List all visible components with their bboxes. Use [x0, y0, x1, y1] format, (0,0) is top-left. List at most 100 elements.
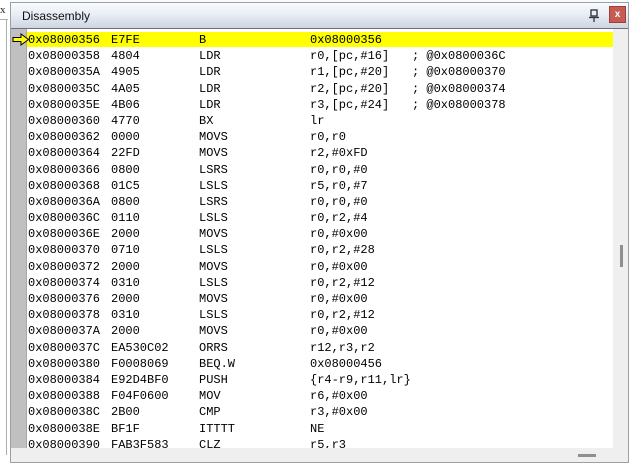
- panel-title: Disassembly: [22, 9, 91, 23]
- mnemonic-cell: LSLS: [199, 178, 228, 193]
- disasm-row[interactable]: 0x08000364 22FD MOVS r2,#0xFD: [11, 145, 613, 161]
- opcode-cell: 4B06: [111, 97, 140, 112]
- close-icon[interactable]: x: [609, 6, 626, 23]
- disasm-row[interactable]: 0x08000380 F0008069 BEQ.W 0x08000456: [11, 356, 613, 372]
- mnemonic-cell: LDR: [199, 81, 221, 96]
- disasm-row[interactable]: 0x08000378 0310 LSLS r0,r2,#12: [11, 307, 613, 323]
- mnemonic-cell: B: [199, 33, 207, 47]
- operands-cell: r0,r2,#12: [310, 308, 375, 323]
- address-cell: 0x08000372: [28, 259, 101, 274]
- vertical-scrollbar-thumb[interactable]: [620, 245, 623, 267]
- adjacent-panel-close-icon[interactable]: x: [0, 4, 9, 17]
- disasm-row[interactable]: 0x0800035A 4905 LDR r1,[pc,#20] ; @0x080…: [11, 64, 613, 80]
- address-cell: 0x08000390: [28, 437, 101, 448]
- disasm-row[interactable]: 0x08000356 E7FE B 0x08000356: [11, 32, 613, 48]
- address-cell: 0x08000370: [28, 243, 101, 258]
- address-cell: 0x08000388: [28, 389, 101, 404]
- opcode-cell: 2B00: [111, 405, 140, 420]
- opcode-cell: F0008069: [111, 356, 169, 371]
- comment-cell: ; @0x08000370: [412, 65, 506, 80]
- mnemonic-cell: LDR: [199, 97, 221, 112]
- disasm-row[interactable]: 0x08000370 0710 LSLS r0,r2,#28: [11, 242, 613, 258]
- address-cell: 0x0800035E: [28, 97, 101, 112]
- address-cell: 0x0800037C: [28, 340, 101, 355]
- disasm-row[interactable]: 0x08000384 E92D4BF0 PUSH {r4-r9,r11,lr}: [11, 372, 613, 388]
- disasm-row[interactable]: 0x0800038C 2B00 CMP r3,#0x00: [11, 404, 613, 420]
- address-cell: 0x08000366: [28, 162, 101, 177]
- mnemonic-cell: ORRS: [199, 340, 228, 355]
- disasm-row[interactable]: 0x08000366 0800 LSRS r0,r0,#0: [11, 162, 613, 178]
- pin-icon[interactable]: [586, 7, 602, 24]
- mnemonic-cell: MOVS: [199, 130, 228, 145]
- address-cell: 0x08000376: [28, 292, 101, 306]
- address-cell: 0x0800035C: [28, 81, 101, 96]
- disasm-row[interactable]: 0x08000388 F04F0600 MOV r6,#0x00: [11, 388, 613, 404]
- opcode-cell: 4905: [111, 65, 140, 80]
- address-cell: 0x08000362: [28, 130, 101, 145]
- disassembly-titlebar[interactable]: Disassembly x: [11, 3, 628, 29]
- mnemonic-cell: LSLS: [199, 243, 228, 258]
- operands-cell: r0,r2,#28: [310, 243, 375, 258]
- operands-cell: r6,#0x00: [310, 389, 368, 404]
- opcode-cell: 0310: [111, 275, 140, 290]
- mnemonic-cell: LSRS: [199, 162, 228, 177]
- opcode-cell: F04F0600: [111, 389, 169, 404]
- disasm-row[interactable]: 0x08000390 FAB3F583 CLZ r5,r3: [11, 437, 613, 448]
- mnemonic-cell: MOVS: [199, 259, 228, 274]
- opcode-cell: 01C5: [111, 178, 140, 193]
- horizontal-scrollbar-thumb[interactable]: [578, 454, 596, 457]
- opcode-cell: 4804: [111, 49, 140, 64]
- disasm-row[interactable]: 0x08000374 0310 LSLS r0,r2,#12: [11, 275, 613, 291]
- operands-cell: 0x08000356: [310, 33, 383, 47]
- disasm-row[interactable]: 0x0800035E 4B06 LDR r3,[pc,#24] ; @0x080…: [11, 97, 613, 113]
- disasm-row[interactable]: 0x0800036C 0110 LSLS r0,r2,#4: [11, 210, 613, 226]
- vertical-scrollbar[interactable]: [613, 29, 628, 448]
- mnemonic-cell: BX: [199, 113, 214, 128]
- operands-cell: {r4-r9,r11,lr}: [310, 372, 411, 387]
- disasm-row[interactable]: 0x0800037C EA530C02 ORRS r12,r3,r2: [11, 340, 613, 356]
- mnemonic-cell: LDR: [199, 49, 221, 64]
- address-cell: 0x0800037A: [28, 324, 101, 339]
- address-cell: 0x08000384: [28, 372, 101, 387]
- mnemonic-cell: PUSH: [199, 372, 228, 387]
- disasm-row[interactable]: 0x08000362 0000 MOVS r0,r0: [11, 129, 613, 145]
- mnemonic-cell: MOVS: [199, 292, 228, 306]
- disasm-row[interactable]: 0x08000368 01C5 LSLS r5,r0,#7: [11, 178, 613, 194]
- disasm-row[interactable]: 0x0800038E BF1F ITTTT NE: [11, 421, 613, 437]
- operands-cell: r5,r0,#7: [310, 178, 368, 193]
- opcode-cell: FAB3F583: [111, 437, 169, 448]
- mnemonic-cell: CMP: [199, 405, 221, 420]
- disasm-row[interactable]: 0x0800037A 2000 MOVS r0,#0x00: [11, 323, 613, 339]
- operands-cell: r0,r2,#4: [310, 211, 368, 226]
- address-cell: 0x08000356: [28, 33, 101, 47]
- horizontal-scrollbar[interactable]: [11, 448, 628, 462]
- mnemonic-cell: MOVS: [199, 324, 228, 339]
- operands-cell: r0,#0x00: [310, 259, 368, 274]
- disasm-row[interactable]: 0x0800036A 0800 LSRS r0,r0,#0: [11, 194, 613, 210]
- opcode-cell: 4770: [111, 113, 140, 128]
- disasm-row[interactable]: 0x08000360 4770 BX lr: [11, 113, 613, 129]
- disasm-row[interactable]: 0x0800035C 4A05 LDR r2,[pc,#20] ; @0x080…: [11, 81, 613, 97]
- mnemonic-cell: LSRS: [199, 194, 228, 209]
- operands-cell: r0,#0x00: [310, 324, 368, 339]
- opcode-cell: 4A05: [111, 81, 140, 96]
- disasm-row[interactable]: 0x08000376 2000 MOVS r0,#0x00: [11, 291, 613, 307]
- opcode-cell: 0800: [111, 194, 140, 209]
- operands-cell: r0,r0,#0: [310, 194, 368, 209]
- comment-cell: ; @0x08000374: [412, 81, 506, 96]
- disasm-row[interactable]: 0x08000358 4804 LDR r0,[pc,#16] ; @0x080…: [11, 48, 613, 64]
- comment-cell: ; @0x08000378: [412, 97, 506, 112]
- mnemonic-cell: MOV: [199, 389, 221, 404]
- mnemonic-cell: LDR: [199, 65, 221, 80]
- address-cell: 0x08000368: [28, 178, 101, 193]
- operands-cell: r3,[pc,#24]: [310, 97, 390, 112]
- adjacent-panel-edge: x: [0, 0, 10, 463]
- address-cell: 0x0800036C: [28, 211, 101, 226]
- address-cell: 0x0800038C: [28, 405, 101, 420]
- opcode-cell: 0800: [111, 162, 140, 177]
- operands-cell: r3,#0x00: [310, 405, 368, 420]
- disasm-row[interactable]: 0x08000372 2000 MOVS r0,#0x00: [11, 259, 613, 275]
- disasm-row[interactable]: 0x0800036E 2000 MOVS r0,#0x00: [11, 226, 613, 242]
- opcode-cell: E7FE: [111, 33, 140, 47]
- address-cell: 0x08000358: [28, 49, 101, 64]
